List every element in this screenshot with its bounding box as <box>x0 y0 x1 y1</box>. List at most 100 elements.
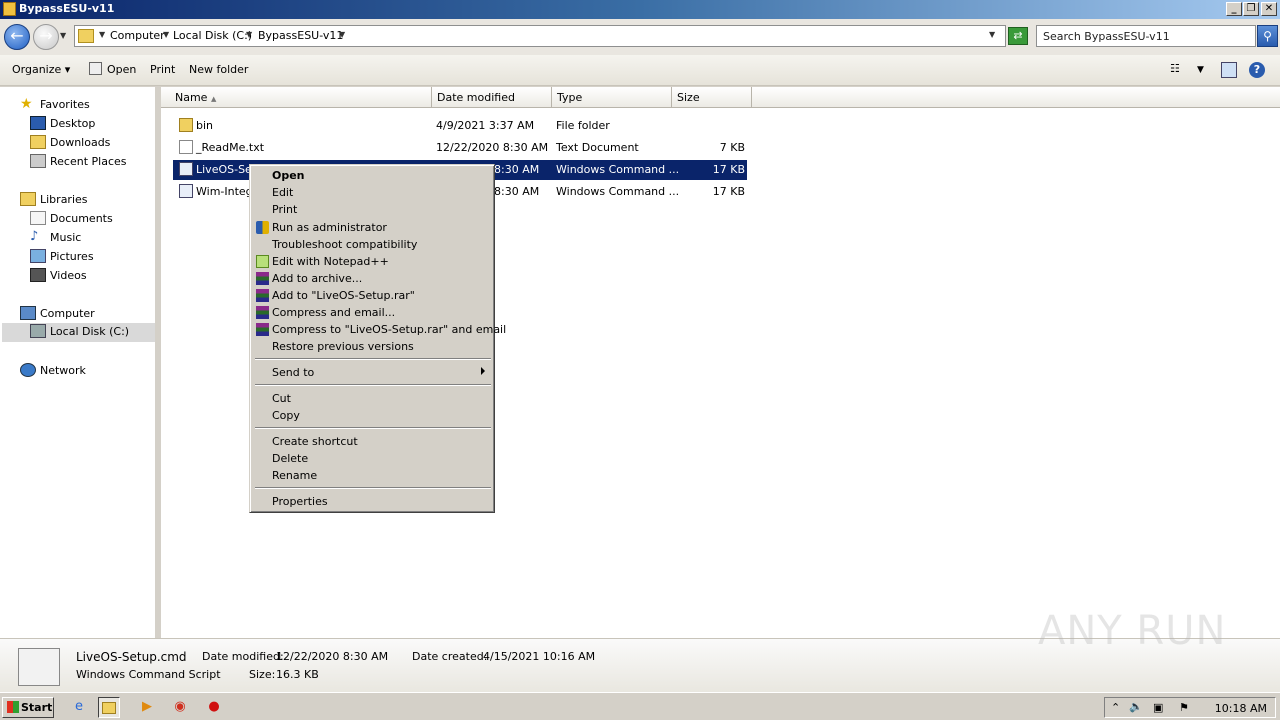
column-header-date[interactable]: Date modified <box>432 87 552 108</box>
recent-places-icon <box>30 154 46 168</box>
chevron-down-icon[interactable]: ▼ <box>339 30 345 39</box>
column-header-name[interactable]: Name ▲ <box>161 87 432 108</box>
menu-cut-label: Cut <box>272 392 291 405</box>
file-row-readme[interactable]: _ReadMe.txt 12/22/2020 8:30 AM Text Docu… <box>173 138 747 158</box>
start-button[interactable]: Start <box>2 697 54 718</box>
notepadpp-icon <box>256 255 269 268</box>
nav-downloads-label: Downloads <box>50 136 111 149</box>
menu-item-run-as-admin[interactable]: Run as administrator <box>253 219 491 236</box>
file-row-bin[interactable]: bin 4/9/2021 3:37 AM File folder <box>173 116 747 136</box>
window-title: BypassESU-v11 <box>19 2 115 15</box>
search-input[interactable]: Search BypassESU-v11 <box>1036 25 1256 47</box>
menu-item-print[interactable]: Print <box>253 201 491 218</box>
minimize-button[interactable]: _ <box>1226 2 1242 16</box>
details-date-created: 4/15/2021 10:16 AM <box>483 650 596 663</box>
breadcrumb-bypassesu[interactable]: BypassESU-v11 <box>258 29 343 42</box>
menu-item-compress-email[interactable]: Compress and email... <box>253 304 491 321</box>
network-tray-icon[interactable]: ▣ <box>1153 701 1163 714</box>
menu-delete-label: Delete <box>272 452 309 465</box>
media-player-icon[interactable]: ▶ <box>136 697 158 718</box>
help-icon[interactable]: ? <box>1249 62 1265 78</box>
breadcrumb-local-disk[interactable]: Local Disk (C:) <box>173 29 252 42</box>
menu-item-open[interactable]: Open <box>253 167 491 184</box>
desktop-icon <box>30 116 46 130</box>
open-button[interactable]: Open <box>107 63 136 76</box>
internet-explorer-icon[interactable]: e <box>68 697 90 718</box>
libraries-icon <box>20 192 36 206</box>
system-tray: ⌃ 🔈 ▣ ⚑ 10:18 AM <box>1104 697 1276 718</box>
chrome-icon[interactable]: ◉ <box>169 697 191 718</box>
action-center-flag-icon[interactable]: ⚑ <box>1179 701 1189 714</box>
anyrun-watermark: ANY RUN <box>1038 608 1227 654</box>
search-icon[interactable]: ⚲ <box>1257 25 1278 47</box>
videos-icon <box>30 268 46 282</box>
chevron-down-icon[interactable]: ▼ <box>246 30 252 39</box>
recent-pages-dropdown[interactable]: ▼ <box>60 31 66 40</box>
clock[interactable]: 10:18 AM <box>1215 702 1267 715</box>
menu-item-compress-rar-email[interactable]: Compress to "LiveOS-Setup.rar" and email <box>253 321 506 338</box>
winrar-icon <box>256 272 269 285</box>
chevron-down-icon[interactable]: ▼ <box>99 30 105 39</box>
back-button[interactable]: ← <box>4 24 30 50</box>
file-date: 12/22/2020 8:30 AM <box>436 141 549 154</box>
breadcrumb-computer[interactable]: Computer <box>110 29 165 42</box>
file-date: 8:30 AM <box>494 163 540 176</box>
nav-favorites-label: Favorites <box>40 98 90 111</box>
volume-icon[interactable]: 🔈 <box>1129 700 1143 713</box>
refresh-button[interactable]: ⇄ <box>1008 27 1028 45</box>
menu-open-label: Open <box>272 169 305 182</box>
menu-item-restore[interactable]: Restore previous versions <box>253 338 491 355</box>
file-name: bin <box>196 119 214 132</box>
explorer-taskbar-button[interactable] <box>98 697 120 718</box>
preview-pane-icon[interactable] <box>1221 62 1237 78</box>
menu-item-rename[interactable]: Rename <box>253 467 491 484</box>
shield-icon <box>256 221 269 234</box>
nav-local-disk[interactable]: Local Disk (C:) <box>2 323 155 342</box>
chevron-down-icon[interactable]: ▼ <box>163 30 169 39</box>
forward-button[interactable]: → <box>33 24 59 50</box>
address-history-dropdown[interactable]: ▼ <box>989 30 995 39</box>
menu-properties-label: Properties <box>272 495 328 508</box>
menu-copy-label: Copy <box>272 409 300 422</box>
print-button[interactable]: Print <box>150 63 175 76</box>
menu-item-notepadpp[interactable]: Edit with Notepad++ <box>253 253 491 270</box>
title-bar: BypassESU-v11 _ ❐ ✕ <box>0 0 1280 19</box>
new-folder-button[interactable]: New folder <box>189 63 248 76</box>
menu-item-delete[interactable]: Delete <box>253 450 491 467</box>
organize-button[interactable]: Organize ▾ <box>12 63 70 76</box>
menu-item-copy[interactable]: Copy <box>253 407 491 424</box>
network-icon <box>20 363 36 377</box>
hard-drive-icon <box>30 324 46 338</box>
menu-item-cut[interactable]: Cut <box>253 390 491 407</box>
menu-item-edit[interactable]: Edit <box>253 184 491 201</box>
menu-notepadpp-label: Edit with Notepad++ <box>272 255 389 268</box>
file-size: 17 KB <box>712 185 745 198</box>
opera-icon[interactable]: ● <box>203 697 225 718</box>
file-date: 4/9/2021 3:37 AM <box>436 119 535 132</box>
menu-run-admin-label: Run as administrator <box>272 221 387 234</box>
nav-videos-label: Videos <box>50 269 87 282</box>
close-button[interactable]: ✕ <box>1261 2 1277 16</box>
column-header-size[interactable]: Size <box>672 87 752 108</box>
menu-send-to-label: Send to <box>272 366 315 379</box>
menu-restore-label: Restore previous versions <box>272 340 414 353</box>
menu-item-add-archive[interactable]: Add to archive... <box>253 270 491 287</box>
address-bar[interactable]: ▼ Computer ▼ Local Disk (C:) ▼ BypassESU… <box>74 25 1006 47</box>
column-header-type[interactable]: Type <box>552 87 672 108</box>
view-dropdown-icon[interactable]: ▼ <box>1197 65 1213 81</box>
menu-item-troubleshoot[interactable]: Troubleshoot compatibility <box>253 236 491 253</box>
menu-item-send-to[interactable]: Send to <box>253 364 491 381</box>
menu-item-create-shortcut[interactable]: Create shortcut <box>253 433 491 450</box>
menu-item-add-rar[interactable]: Add to "LiveOS-Setup.rar" <box>253 287 491 304</box>
folder-icon <box>102 702 116 714</box>
show-hidden-icons[interactable]: ⌃ <box>1111 701 1120 714</box>
nav-local-disk-label: Local Disk (C:) <box>50 325 130 338</box>
menu-item-properties[interactable]: Properties <box>253 493 491 510</box>
organize-label: Organize <box>12 63 62 76</box>
folder-icon <box>179 118 193 132</box>
details-date-modified: 12/22/2020 8:30 AM <box>276 650 389 663</box>
nav-recent-label: Recent Places <box>50 155 127 168</box>
file-type: Text Document <box>556 141 639 154</box>
view-options-icon[interactable]: ☷ <box>1170 62 1186 78</box>
maximize-button[interactable]: ❐ <box>1243 2 1259 16</box>
